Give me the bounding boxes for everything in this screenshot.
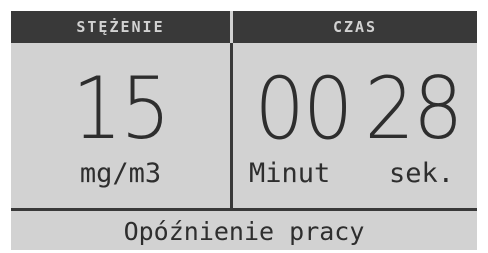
status-divider (11, 208, 477, 211)
column-divider (230, 43, 233, 208)
concentration-unit: mg/m3 (79, 158, 162, 189)
time-seconds-value: 28 (364, 59, 463, 159)
time-title: CZAS (332, 18, 378, 36)
time-minutes-value: 00 (254, 59, 353, 159)
concentration-title: STĘŻENIE (76, 18, 165, 36)
lcd-display: STĘŻENIE CZAS 15 mg/m3 00 28 Minut sek. … (11, 11, 477, 250)
concentration-value: 15 (71, 59, 171, 159)
time-minutes-label: Minut (249, 158, 331, 189)
time-seconds-label: sek. (389, 158, 455, 189)
status-message: Opóźnienie pracy (123, 217, 365, 246)
header-bar: STĘŻENIE CZAS (11, 11, 477, 43)
